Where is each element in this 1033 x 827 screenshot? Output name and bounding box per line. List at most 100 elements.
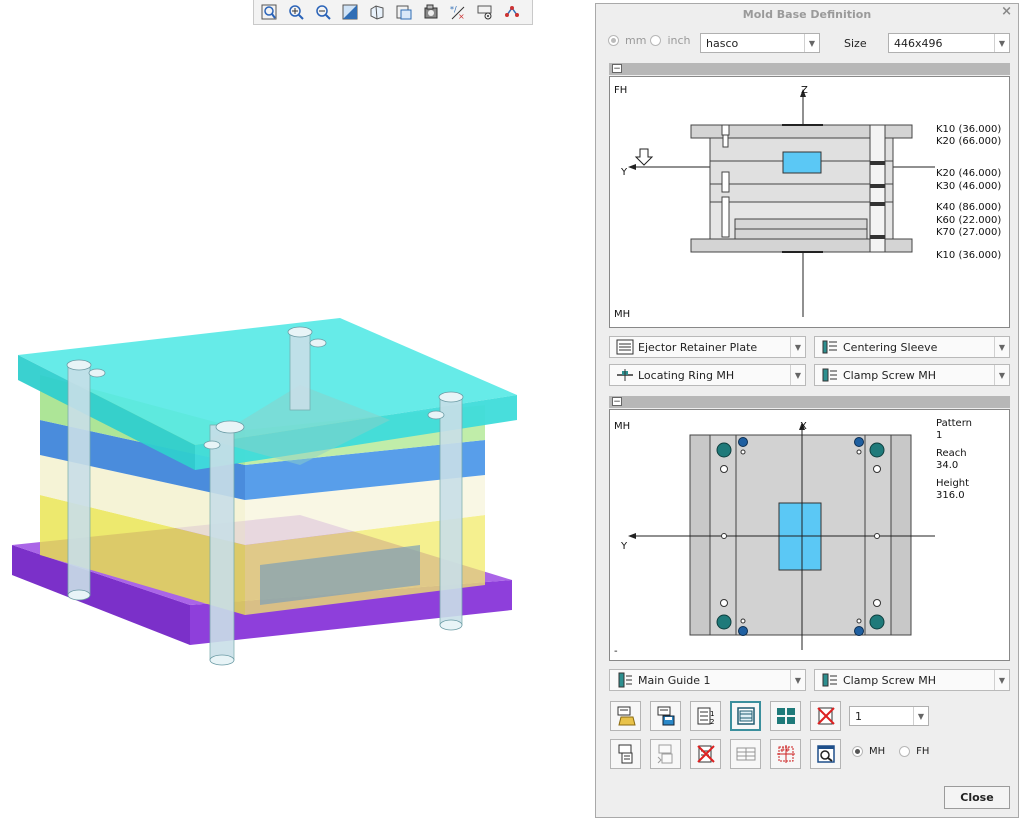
- add-plate-icon: [618, 744, 632, 764]
- plate-label: K20 (66.000): [936, 136, 1002, 147]
- mh-label: MH: [614, 309, 631, 320]
- chevron-down-icon: ▼: [790, 365, 805, 385]
- plate-label: K10 (36.000): [936, 250, 1002, 261]
- axis-x-label: X: [800, 421, 807, 432]
- sleeve-icon: [822, 340, 837, 354]
- mm-label: mm: [625, 34, 647, 47]
- close-button[interactable]: Close: [944, 786, 1010, 809]
- svg-text:×: ×: [458, 12, 465, 21]
- ejector-label: Ejector Retainer Plate: [638, 340, 758, 354]
- inch-radio[interactable]: [650, 35, 662, 46]
- dash-label: -: [614, 646, 618, 657]
- chevron-down-icon: ▼: [913, 707, 928, 725]
- fh-radio-label: FH: [916, 746, 930, 757]
- view-manager-icon[interactable]: [393, 1, 415, 23]
- svg-text:1: 1: [710, 710, 714, 718]
- insert-icon: [736, 747, 755, 761]
- screw-icon: [822, 673, 837, 687]
- axis-z-label: Z: [801, 85, 808, 96]
- chevron-down-icon: ▼: [994, 337, 1009, 357]
- centering-sleeve-combo[interactable]: Centering Sleeve ▼: [814, 336, 1010, 358]
- clamp-screw-mh-combo[interactable]: Clamp Screw MH ▼: [814, 669, 1010, 691]
- replace-plate-button[interactable]: [650, 739, 681, 769]
- side-view-panel[interactable]: FH MH Z Y K10 (36.000) K20 (66.000) K20 …: [609, 76, 1010, 328]
- chevron-down-icon: ▼: [790, 337, 805, 357]
- lower-panel-header: −: [609, 396, 1010, 408]
- delete-component-button[interactable]: [810, 701, 841, 731]
- mh-radio-label: MH: [869, 746, 886, 757]
- delete-plate-icon: [696, 745, 715, 763]
- perspective-icon[interactable]: [420, 1, 442, 23]
- chevron-down-icon: ▼: [994, 670, 1009, 690]
- size-select[interactable]: 446x496 ▼: [888, 33, 1010, 53]
- centering-label: Centering Sleeve: [843, 340, 938, 354]
- saved-views-icon[interactable]: [366, 1, 388, 23]
- plate-label: K40 (86.000): [936, 202, 1002, 213]
- spin-center-icon[interactable]: [474, 1, 496, 23]
- plate-view-button[interactable]: [730, 701, 761, 731]
- pattern-label: Pattern: [936, 418, 972, 429]
- height-label: Height: [936, 478, 970, 489]
- clamp1-label: Clamp Screw MH: [843, 368, 937, 382]
- main-guide-combo[interactable]: Main Guide 1 ▼: [609, 669, 806, 691]
- dialog-title: Mold Base Definition: [742, 8, 872, 21]
- preview-icon: [816, 745, 835, 763]
- dimension-button[interactable]: ##: [770, 739, 801, 769]
- inch-label: inch: [667, 34, 691, 47]
- preview-button[interactable]: [810, 739, 841, 769]
- open-button[interactable]: [610, 701, 641, 731]
- size-value: 446x496: [894, 36, 943, 50]
- collapse-icon[interactable]: −: [612, 397, 622, 406]
- fh-radio[interactable]: [899, 746, 911, 757]
- mh-label: MH: [614, 421, 631, 432]
- insert-plate-button[interactable]: [730, 739, 761, 769]
- mh-radio[interactable]: [852, 746, 863, 757]
- mold-base-definition-dialog: Mold Base Definition × mm inch hasco ▼ S…: [595, 3, 1019, 818]
- svg-text:2: 2: [710, 718, 714, 726]
- svg-text:*/: */: [450, 5, 457, 14]
- delete-plate-button[interactable]: [690, 739, 721, 769]
- pattern-value: 1: [936, 430, 943, 441]
- zoom-in-icon[interactable]: [285, 1, 307, 23]
- ejector-retainer-plate-combo[interactable]: Ejector Retainer Plate ▼: [609, 336, 806, 358]
- chevron-down-icon: ▼: [804, 34, 819, 52]
- plate-label: K70 (27.000): [936, 227, 1002, 238]
- reach-label: Reach: [936, 448, 967, 459]
- locating-ring-icon: [617, 369, 633, 381]
- height-value: 316.0: [936, 490, 965, 501]
- plate-list-button[interactable]: 12: [690, 701, 721, 731]
- model-viewport[interactable]: [0, 25, 592, 824]
- delete-icon: [816, 707, 835, 725]
- units-row: mm inch: [608, 34, 691, 47]
- chevron-down-icon: ▼: [994, 365, 1009, 385]
- top-view-panel[interactable]: MH X Y - Pattern 1 Reach 34.0 Height 316…: [609, 409, 1010, 661]
- count-select[interactable]: 1 ▼: [849, 706, 929, 726]
- mold-base-3d-model: [12, 318, 517, 666]
- clamp2-label: Clamp Screw MH: [843, 673, 937, 687]
- mm-radio[interactable]: [608, 35, 619, 46]
- zoom-out-icon[interactable]: [312, 1, 334, 23]
- plate-icon: [616, 339, 634, 355]
- dialog-close-icon[interactable]: ×: [1001, 4, 1012, 19]
- vendor-select[interactable]: hasco ▼: [700, 33, 820, 53]
- annotation-display-icon[interactable]: */×: [447, 1, 469, 23]
- display-style-icon[interactable]: [339, 1, 361, 23]
- svg-text:##: ##: [780, 747, 790, 754]
- open-folder-icon: [617, 706, 636, 726]
- plate-label: K10 (36.000): [936, 124, 1002, 135]
- save-icon: [657, 706, 674, 726]
- upper-panel-header: −: [609, 63, 1010, 75]
- locating-label: Locating Ring MH: [638, 368, 735, 382]
- collapse-icon[interactable]: −: [612, 64, 622, 73]
- chevron-down-icon: ▼: [994, 34, 1009, 52]
- clamp-screw-combo[interactable]: Clamp Screw MH ▼: [814, 364, 1010, 386]
- plate-label: K30 (46.000): [936, 181, 1002, 192]
- reach-value: 34.0: [936, 460, 959, 471]
- add-plate-button[interactable]: [610, 739, 641, 769]
- refit-icon[interactable]: [258, 1, 280, 23]
- locating-ring-combo[interactable]: Locating Ring MH ▼: [609, 364, 806, 386]
- datum-display-icon[interactable]: [501, 1, 523, 23]
- layout-grid-button[interactable]: [770, 701, 801, 731]
- screw-icon: [822, 368, 837, 382]
- save-button[interactable]: [650, 701, 681, 731]
